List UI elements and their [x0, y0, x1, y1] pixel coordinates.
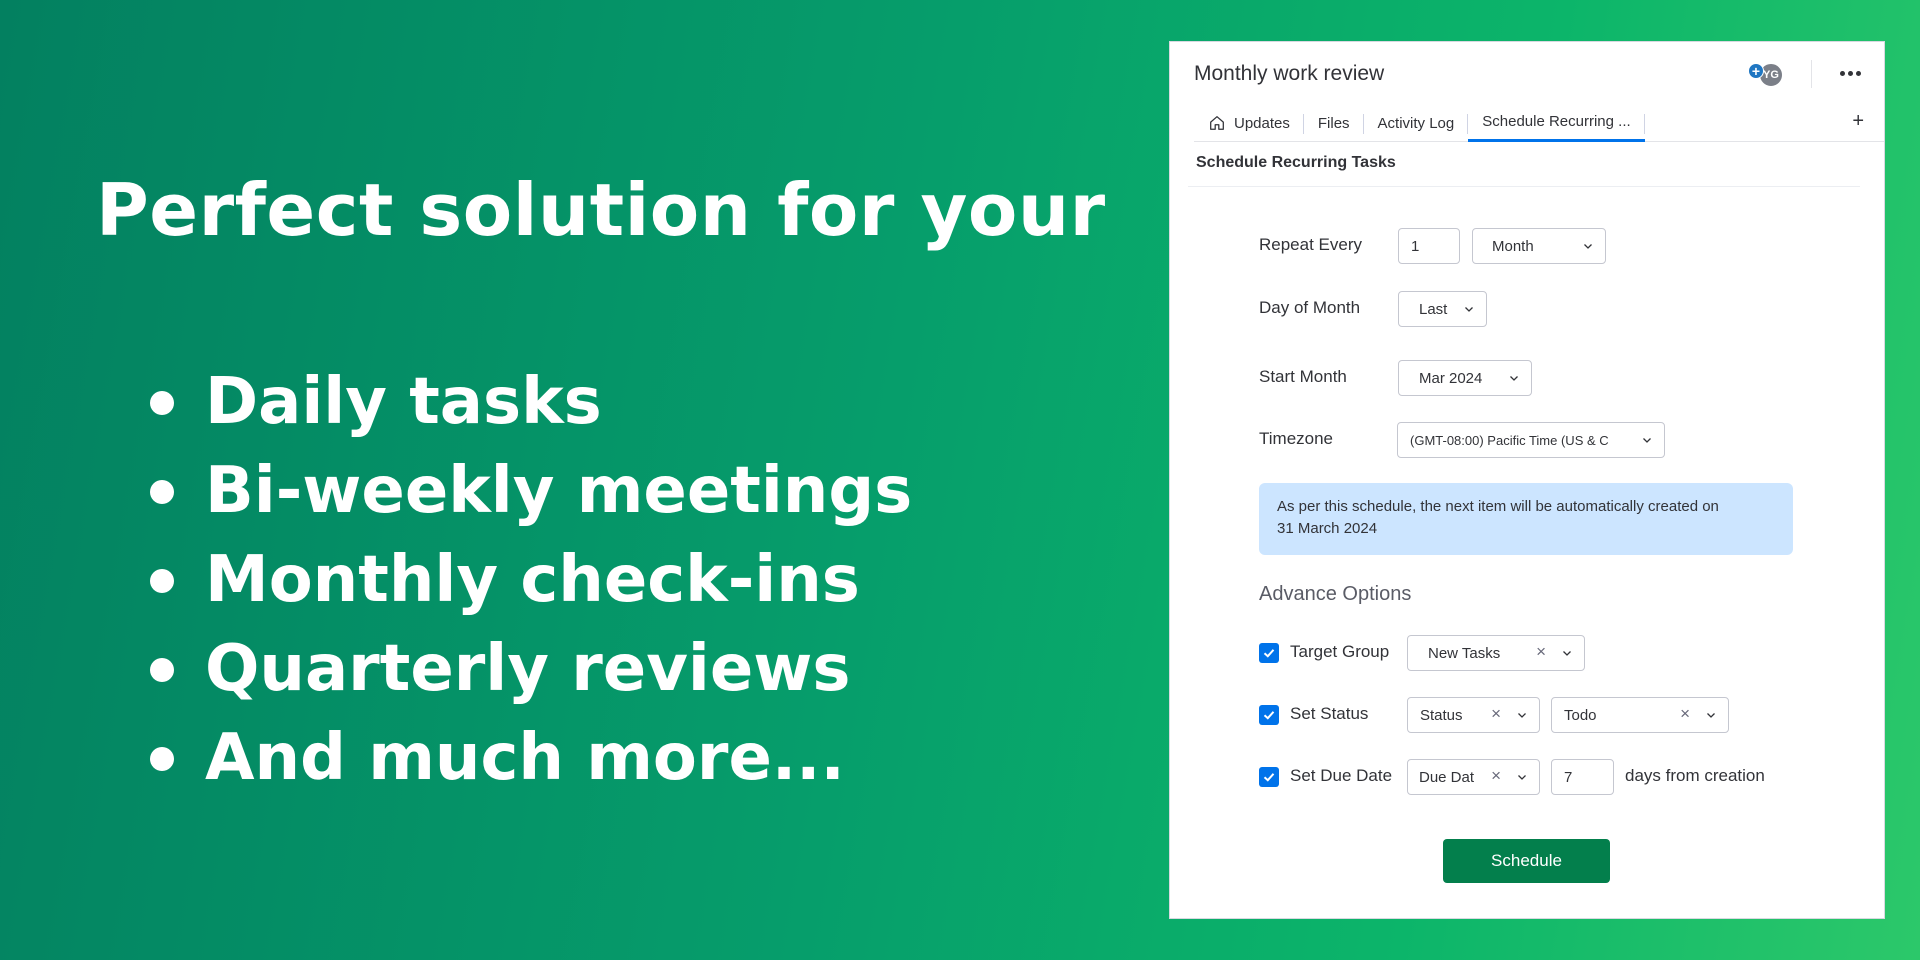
add-subscriber-icon[interactable]: + [1748, 63, 1764, 79]
next-item-info: As per this schedule, the next item will… [1259, 483, 1793, 555]
section-title: Schedule Recurring Tasks [1196, 154, 1396, 171]
home-icon [1210, 116, 1224, 130]
check-icon [1263, 773, 1275, 782]
repeat-interval-input[interactable]: 1 [1398, 228, 1460, 264]
set-due-date-label: Set Due Date [1290, 766, 1393, 785]
repeat-unit-select[interactable]: Month [1472, 228, 1606, 264]
recurring-tasks-panel: Monthly work review + YG Updates Files A… [1169, 41, 1885, 919]
panel-header: Monthly work review + YG [1194, 54, 1864, 94]
bullet-icon [150, 747, 174, 771]
repeat-every-label: Repeat Every [1259, 235, 1362, 254]
set-due-date-checkbox[interactable] [1259, 767, 1279, 787]
advance-options-title: Advance Options [1259, 583, 1412, 605]
clear-icon[interactable]: × [1536, 642, 1546, 662]
header-divider [1811, 60, 1812, 88]
add-tab-button[interactable]: + [1852, 110, 1864, 133]
set-status-checkbox[interactable] [1259, 705, 1279, 725]
feature-item: Monthly check-ins [150, 536, 912, 625]
chevron-down-icon [1465, 307, 1473, 312]
bullet-icon [150, 480, 174, 504]
clear-icon[interactable]: × [1680, 704, 1690, 724]
day-of-month-label: Day of Month [1259, 298, 1361, 317]
status-value-select[interactable]: Todo × [1551, 697, 1729, 733]
day-of-month-select[interactable]: Last [1398, 291, 1487, 327]
set-status-label: Set Status [1290, 704, 1369, 723]
more-options-icon[interactable] [1836, 60, 1864, 86]
clear-icon[interactable]: × [1491, 766, 1501, 786]
due-days-input[interactable]: 7 [1551, 759, 1614, 795]
chevron-down-icon [1584, 244, 1592, 249]
feature-item: Bi-weekly meetings [150, 447, 912, 536]
target-group-checkbox[interactable] [1259, 643, 1279, 663]
chevron-down-icon [1510, 376, 1518, 381]
status-column-select[interactable]: Status × [1407, 697, 1540, 733]
tab-schedule-recurring[interactable]: Schedule Recurring ... [1468, 104, 1646, 142]
start-month-label: Start Month [1259, 367, 1347, 386]
due-date-column-select[interactable]: Due Dat × [1407, 759, 1540, 795]
check-icon [1263, 649, 1275, 658]
feature-item: And much more... [150, 714, 912, 803]
section-divider [1188, 186, 1860, 187]
start-month-select[interactable]: Mar 2024 [1398, 360, 1532, 396]
timezone-label: Timezone [1259, 429, 1334, 448]
check-icon [1263, 711, 1275, 720]
chevron-down-icon [1563, 651, 1571, 656]
tab-files[interactable]: Files [1304, 104, 1364, 142]
target-group-select[interactable]: New Tasks × [1407, 635, 1585, 671]
chevron-down-icon [1518, 713, 1526, 718]
timezone-select[interactable]: (GMT-08:00) Pacific Time (US & C [1397, 422, 1665, 458]
avatar-group[interactable]: + YG [1748, 62, 1784, 88]
due-days-suffix: days from creation [1625, 766, 1765, 785]
feature-item: Quarterly reviews [150, 625, 912, 714]
bullet-icon [150, 658, 174, 682]
promo-headline: Perfect solution for your [96, 168, 1106, 252]
feature-list: Daily tasks Bi-weekly meetings Monthly c… [150, 358, 912, 803]
tab-bar: Updates Files Activity Log Schedule Recu… [1194, 104, 1884, 142]
chevron-down-icon [1518, 775, 1526, 780]
bullet-icon [150, 391, 174, 415]
tab-activity-log[interactable]: Activity Log [1364, 104, 1469, 142]
bullet-icon [150, 569, 174, 593]
schedule-button[interactable]: Schedule [1443, 839, 1610, 883]
chevron-down-icon [1707, 713, 1715, 718]
clear-icon[interactable]: × [1491, 704, 1501, 724]
feature-item: Daily tasks [150, 358, 912, 447]
target-group-label: Target Group [1290, 642, 1390, 661]
chevron-down-icon [1643, 438, 1651, 443]
tab-updates[interactable]: Updates [1194, 104, 1304, 142]
